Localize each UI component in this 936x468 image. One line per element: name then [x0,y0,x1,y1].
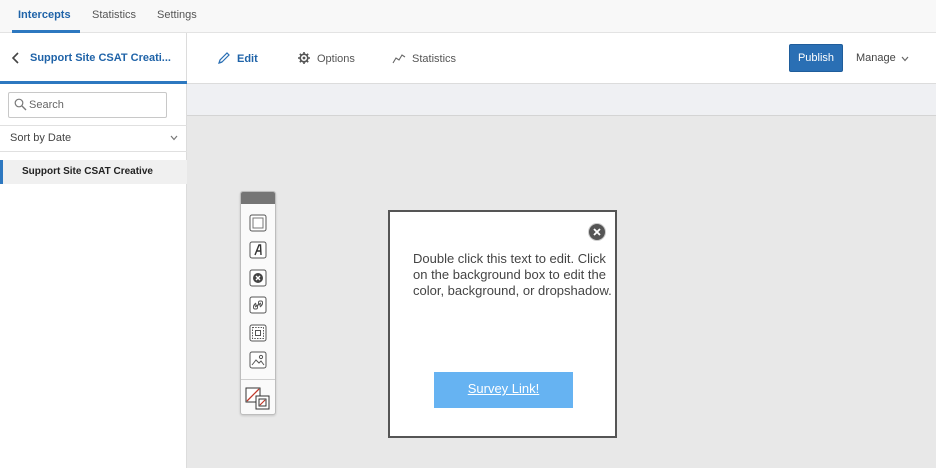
sort-label: Sort by Date [10,132,72,144]
sidebar-search-area [0,84,187,126]
editor-subbar [187,84,936,116]
line-chart-icon [392,54,406,64]
embed-target-icon[interactable] [249,324,267,342]
sidebar: Support Site CSAT Creati... Sort by Date… [0,33,187,468]
gear-icon [298,52,310,64]
image-icon[interactable] [249,351,267,369]
list-item-label: Support Site CSAT Creative [22,166,153,177]
tab-intercepts[interactable]: Intercepts [18,9,71,21]
chevron-down-icon [170,135,178,141]
back-arrow-icon[interactable] [10,51,22,65]
close-icon[interactable] [587,222,607,242]
palette-drag-handle[interactable] [241,192,275,204]
search-box[interactable] [8,92,167,118]
palette-divider [241,379,275,380]
creative-box[interactable]: Double click this text to edit. Click on… [388,210,617,438]
pencil-icon [218,52,230,64]
link-icon[interactable] [249,296,267,314]
statistics-label: Statistics [412,53,457,65]
options-label: Options [317,53,355,65]
tab-statistics[interactable]: Statistics [92,9,136,21]
manage-label: Manage [856,52,896,64]
search-icon [14,98,27,111]
list-item[interactable]: Support Site CSAT Creative [0,160,187,184]
survey-link-button[interactable]: Survey Link! [434,372,573,408]
editor-toolbar: Edit Options Statistics Publish Manage [187,33,936,84]
rectangle-icon[interactable] [249,214,267,232]
selected-indicator [0,160,3,184]
tab-settings[interactable]: Settings [157,9,197,21]
tool-palette [240,191,276,415]
creative-body-text[interactable]: Double click this text to edit. Click on… [413,251,613,299]
edit-label: Edit [237,53,258,65]
manage-dropdown[interactable]: Manage [856,52,909,64]
sort-dropdown[interactable]: Sort by Date [0,126,187,152]
text-icon[interactable] [249,241,267,259]
top-nav: Intercepts Statistics Settings [0,0,936,33]
search-input[interactable] [29,97,163,113]
chevron-down-icon [901,56,909,62]
color-swatch-icon[interactable] [245,387,271,411]
sidebar-header: Support Site CSAT Creati... [0,33,187,84]
sidebar-title[interactable]: Support Site CSAT Creati... [30,52,180,64]
close-button-icon[interactable] [249,269,267,287]
publish-button[interactable]: Publish [789,44,843,72]
